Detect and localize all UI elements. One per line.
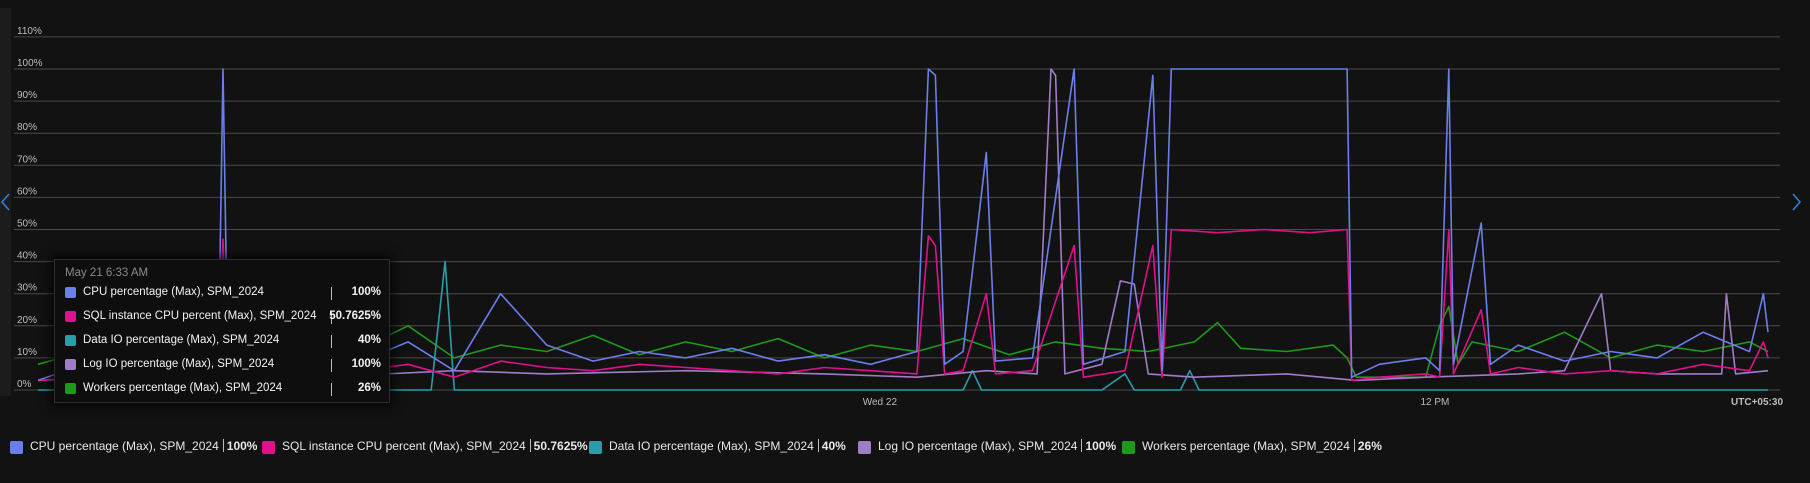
- tooltip-series-name: CPU percentage (Max), SPM_2024: [83, 286, 264, 298]
- tooltip-time: May 21 6:33 AM: [65, 267, 149, 279]
- tooltip-series-value: 100%: [351, 358, 381, 370]
- timezone-label: UTC+05:30: [1731, 397, 1783, 408]
- legend-swatch: [589, 441, 602, 454]
- y-tick-label: 0%: [17, 379, 32, 390]
- y-tick-label: 10%: [17, 347, 37, 358]
- legend-series-name: Log IO percentage (Max), SPM_2024: [878, 439, 1078, 453]
- tooltip-series-name: Workers percentage (Max), SPM_2024: [83, 382, 283, 394]
- tooltip-series-value: 26%: [357, 382, 381, 394]
- y-tick-label: 90%: [17, 90, 37, 101]
- y-tick-label: 70%: [17, 154, 37, 165]
- y-tick-label: 40%: [17, 251, 37, 262]
- y-tick-label: 60%: [17, 186, 37, 197]
- legend-series-value: 50.7625%: [533, 439, 588, 453]
- legend-separator: [817, 439, 819, 452]
- tooltip-swatch: [65, 287, 76, 298]
- legend-swatch: [858, 441, 871, 454]
- tooltip-swatch: [65, 311, 76, 322]
- tooltip-separator: [331, 359, 332, 372]
- tooltip-row-cpu: CPU percentage (Max), SPM_2024 100%: [65, 284, 381, 302]
- legend-series-value: 40%: [821, 439, 846, 453]
- legend-series-value: 100%: [1085, 439, 1117, 453]
- legend-series-value: 26%: [1357, 439, 1382, 453]
- legend-series-value: 100%: [226, 439, 258, 453]
- tooltip-series-value: 50.7625%: [329, 310, 381, 322]
- tooltip-swatch: [65, 335, 76, 346]
- legend-separator: [529, 439, 531, 452]
- tooltip-series-value: 40%: [357, 334, 381, 346]
- legend-separator: [1353, 439, 1355, 452]
- tooltip-series-name: Log IO percentage (Max), SPM_2024: [83, 358, 275, 370]
- y-tick-label: 100%: [17, 58, 43, 69]
- x-tick-label: Wed 22: [863, 397, 898, 408]
- legend-swatch: [10, 441, 23, 454]
- legend-separator: [1081, 439, 1083, 452]
- y-tick-label: 50%: [17, 219, 37, 230]
- y-tick-label: 30%: [17, 283, 37, 294]
- tooltip-separator: [331, 383, 332, 396]
- tooltip-series-value: 100%: [351, 286, 381, 298]
- legend-series-name: Data IO percentage (Max), SPM_2024: [609, 439, 814, 453]
- y-tick-label: 110%: [17, 26, 42, 37]
- legend-swatch: [262, 441, 275, 454]
- legend-separator: [222, 439, 224, 452]
- tooltip-series-name: Data IO percentage (Max), SPM_2024: [83, 334, 280, 346]
- legend-series-name: Workers percentage (Max), SPM_2024: [1142, 439, 1350, 453]
- x-tick-label: 12 PM: [1420, 397, 1449, 408]
- legend-swatch: [1122, 441, 1135, 454]
- chevron-left-icon[interactable]: [0, 190, 14, 214]
- tooltip-row-data-io: Data IO percentage (Max), SPM_2024 40%: [65, 332, 381, 350]
- legend-series-name: CPU percentage (Max), SPM_2024: [30, 439, 219, 453]
- chart-legend: CPU percentage (Max), SPM_2024 100% SQL i…: [10, 438, 1800, 456]
- tooltip-row-workers: Workers percentage (Max), SPM_2024 26%: [65, 380, 381, 398]
- legend-series-name: SQL instance CPU percent (Max), SPM_2024: [282, 439, 526, 453]
- y-tick-label: 80%: [17, 122, 37, 133]
- tooltip-separator: [331, 335, 332, 348]
- tooltip-swatch: [65, 359, 76, 370]
- x-axis-ticks: Wed 22 12 PM: [863, 397, 1450, 408]
- tooltip-separator: [331, 287, 332, 300]
- chevron-right-icon[interactable]: [1790, 190, 1804, 214]
- tooltip-series-name: SQL instance CPU percent (Max), SPM_2024: [83, 310, 317, 322]
- tooltip-row-sql-cpu: SQL instance CPU percent (Max), SPM_2024…: [65, 308, 381, 326]
- y-axis-ticks: 0% 10% 20% 30% 40% 50% 60% 70% 80% 90% 100% 110%: [17, 26, 43, 390]
- tooltip-row-log-io: Log IO percentage (Max), SPM_2024 100%: [65, 356, 381, 374]
- y-tick-label: 20%: [17, 315, 37, 326]
- tooltip-swatch: [65, 383, 76, 394]
- hover-tooltip: May 21 6:33 AM CPU percentage (Max), SPM…: [54, 259, 390, 403]
